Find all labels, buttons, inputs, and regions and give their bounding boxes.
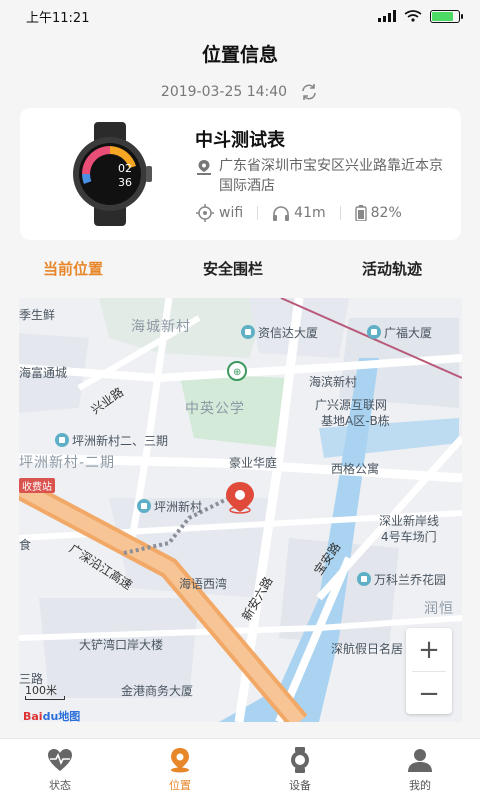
battery-stat: 82% [354,205,402,221]
map-provider-logo: Baidu地图 [23,710,81,722]
bottom-nav: 状态 位置 设备 我的 [0,738,480,800]
device-address: 广东省深圳市宝安区兴业路靠近本京国际酒店 [219,158,443,194]
nav-device[interactable]: 设备 [240,739,360,800]
location-tabs: 当前位置 安全围栏 活动轨迹 [0,258,480,284]
headset-icon [273,206,290,221]
poi-icon [137,499,151,513]
svg-text:⊕: ⊕ [233,367,241,378]
watch-minute: 36 [118,176,132,189]
heart-pulse-icon [48,749,72,771]
poi-icon [367,325,381,339]
watch-hour: 02 [118,162,132,175]
user-icon [408,749,432,772]
map-label: 深业新岸线 [379,514,440,528]
nav-label: 设备 [289,779,311,792]
signal-icon [378,10,396,22]
map-label: 4号车场门 [381,530,437,544]
map-label: 广福大厦 [367,324,432,341]
nav-label: 我的 [409,779,431,792]
battery-icon [430,9,463,23]
device-name: 中斗测试表 [195,130,285,151]
poi-icon [357,572,371,586]
map-label: 中英公学 [185,401,245,417]
poi-icon [55,433,69,447]
locate-icon [196,204,214,222]
tab-activity-track[interactable]: 活动轨迹 [362,258,422,279]
map-label: 海城新村 [131,319,191,335]
watch-icon [291,747,309,773]
toll-station-label: 收费站 [19,478,55,493]
map-label: 食 [19,538,32,552]
map-label: 基地A区-B栋 [321,414,390,428]
watch-image: 02 36 [73,122,152,226]
status-time: 上午11:21 [26,10,90,26]
stats-divider [257,206,259,220]
nav-mine[interactable]: 我的 [360,739,480,800]
status-bar: 上午11:21 [0,0,480,32]
status-icons [378,9,463,23]
map-label: 广兴源互联网 [315,398,388,412]
device-stats: wifi 41m 82% [195,204,402,222]
map-label: 西格公寓 [331,462,380,476]
battery-level-icon [354,205,367,221]
zoom-out-button[interactable]: − [406,672,452,715]
map-label: 万科兰乔花园 [357,571,446,588]
map-label: 深航假日名居 [331,642,404,656]
timestamp-bar: 2019-03-25 14:40 [0,82,480,102]
accuracy-stat: 41m [272,205,326,221]
map-label: 金港商务大厦 [121,684,194,698]
battery-value: 82% [370,205,402,221]
network-type: wifi [219,205,244,221]
tab-current-location[interactable]: 当前位置 [43,258,103,279]
map-label: 润恒 [424,601,454,617]
map-label: 季生鲜 [19,308,56,322]
nav-location[interactable]: 位置 [120,739,240,800]
network-stat: wifi [195,204,243,222]
wifi-icon [404,10,422,22]
device-card[interactable]: 02 36 中斗测试表 广东省深圳市宝安区兴业路靠近本京国际酒店 wifi 41… [20,108,461,240]
tab-safety-fence[interactable]: 安全围栏 [203,258,263,279]
map-label: 坪洲新村二、三期 [55,432,168,449]
current-location-marker [226,482,254,514]
stats-divider [339,206,341,220]
map-label: 坪洲新村 [137,498,202,515]
location-pin-icon [171,748,189,773]
nav-label: 位置 [169,779,191,792]
map-label: 海语西湾 [179,577,228,591]
accuracy-value: 41m [294,205,326,221]
map-label: 豪业华庭 [229,456,278,470]
poi-icon [241,325,255,339]
zoom-control: + − [406,628,452,714]
map-label: 资信达大厦 [241,324,318,341]
page-title: 位置信息 [201,44,278,66]
address-row: 广东省深圳市宝安区兴业路靠近本京国际酒店 [195,156,445,196]
nav-label: 状态 [49,779,71,792]
refresh-icon[interactable] [299,82,319,102]
map-view[interactable]: ⊕ 季生鲜 海城新村 资信达大厦 广福大厦 海富通城 兴业路 海滨新村 中英公学… [19,298,462,722]
map-label: 坪洲新村-二期 [19,455,116,471]
map-canvas[interactable]: ⊕ [19,298,462,722]
map-scale-bar [25,696,65,700]
zoom-in-button[interactable]: + [406,628,452,671]
timestamp: 2019-03-25 14:40 [160,84,288,100]
address-pin-icon [197,160,211,175]
map-label: 海滨新村 [309,375,358,389]
nav-status[interactable]: 状态 [0,739,120,800]
map-label: 大铲湾口岸大楼 [79,638,164,652]
map-label: 海富通城 [19,366,68,380]
